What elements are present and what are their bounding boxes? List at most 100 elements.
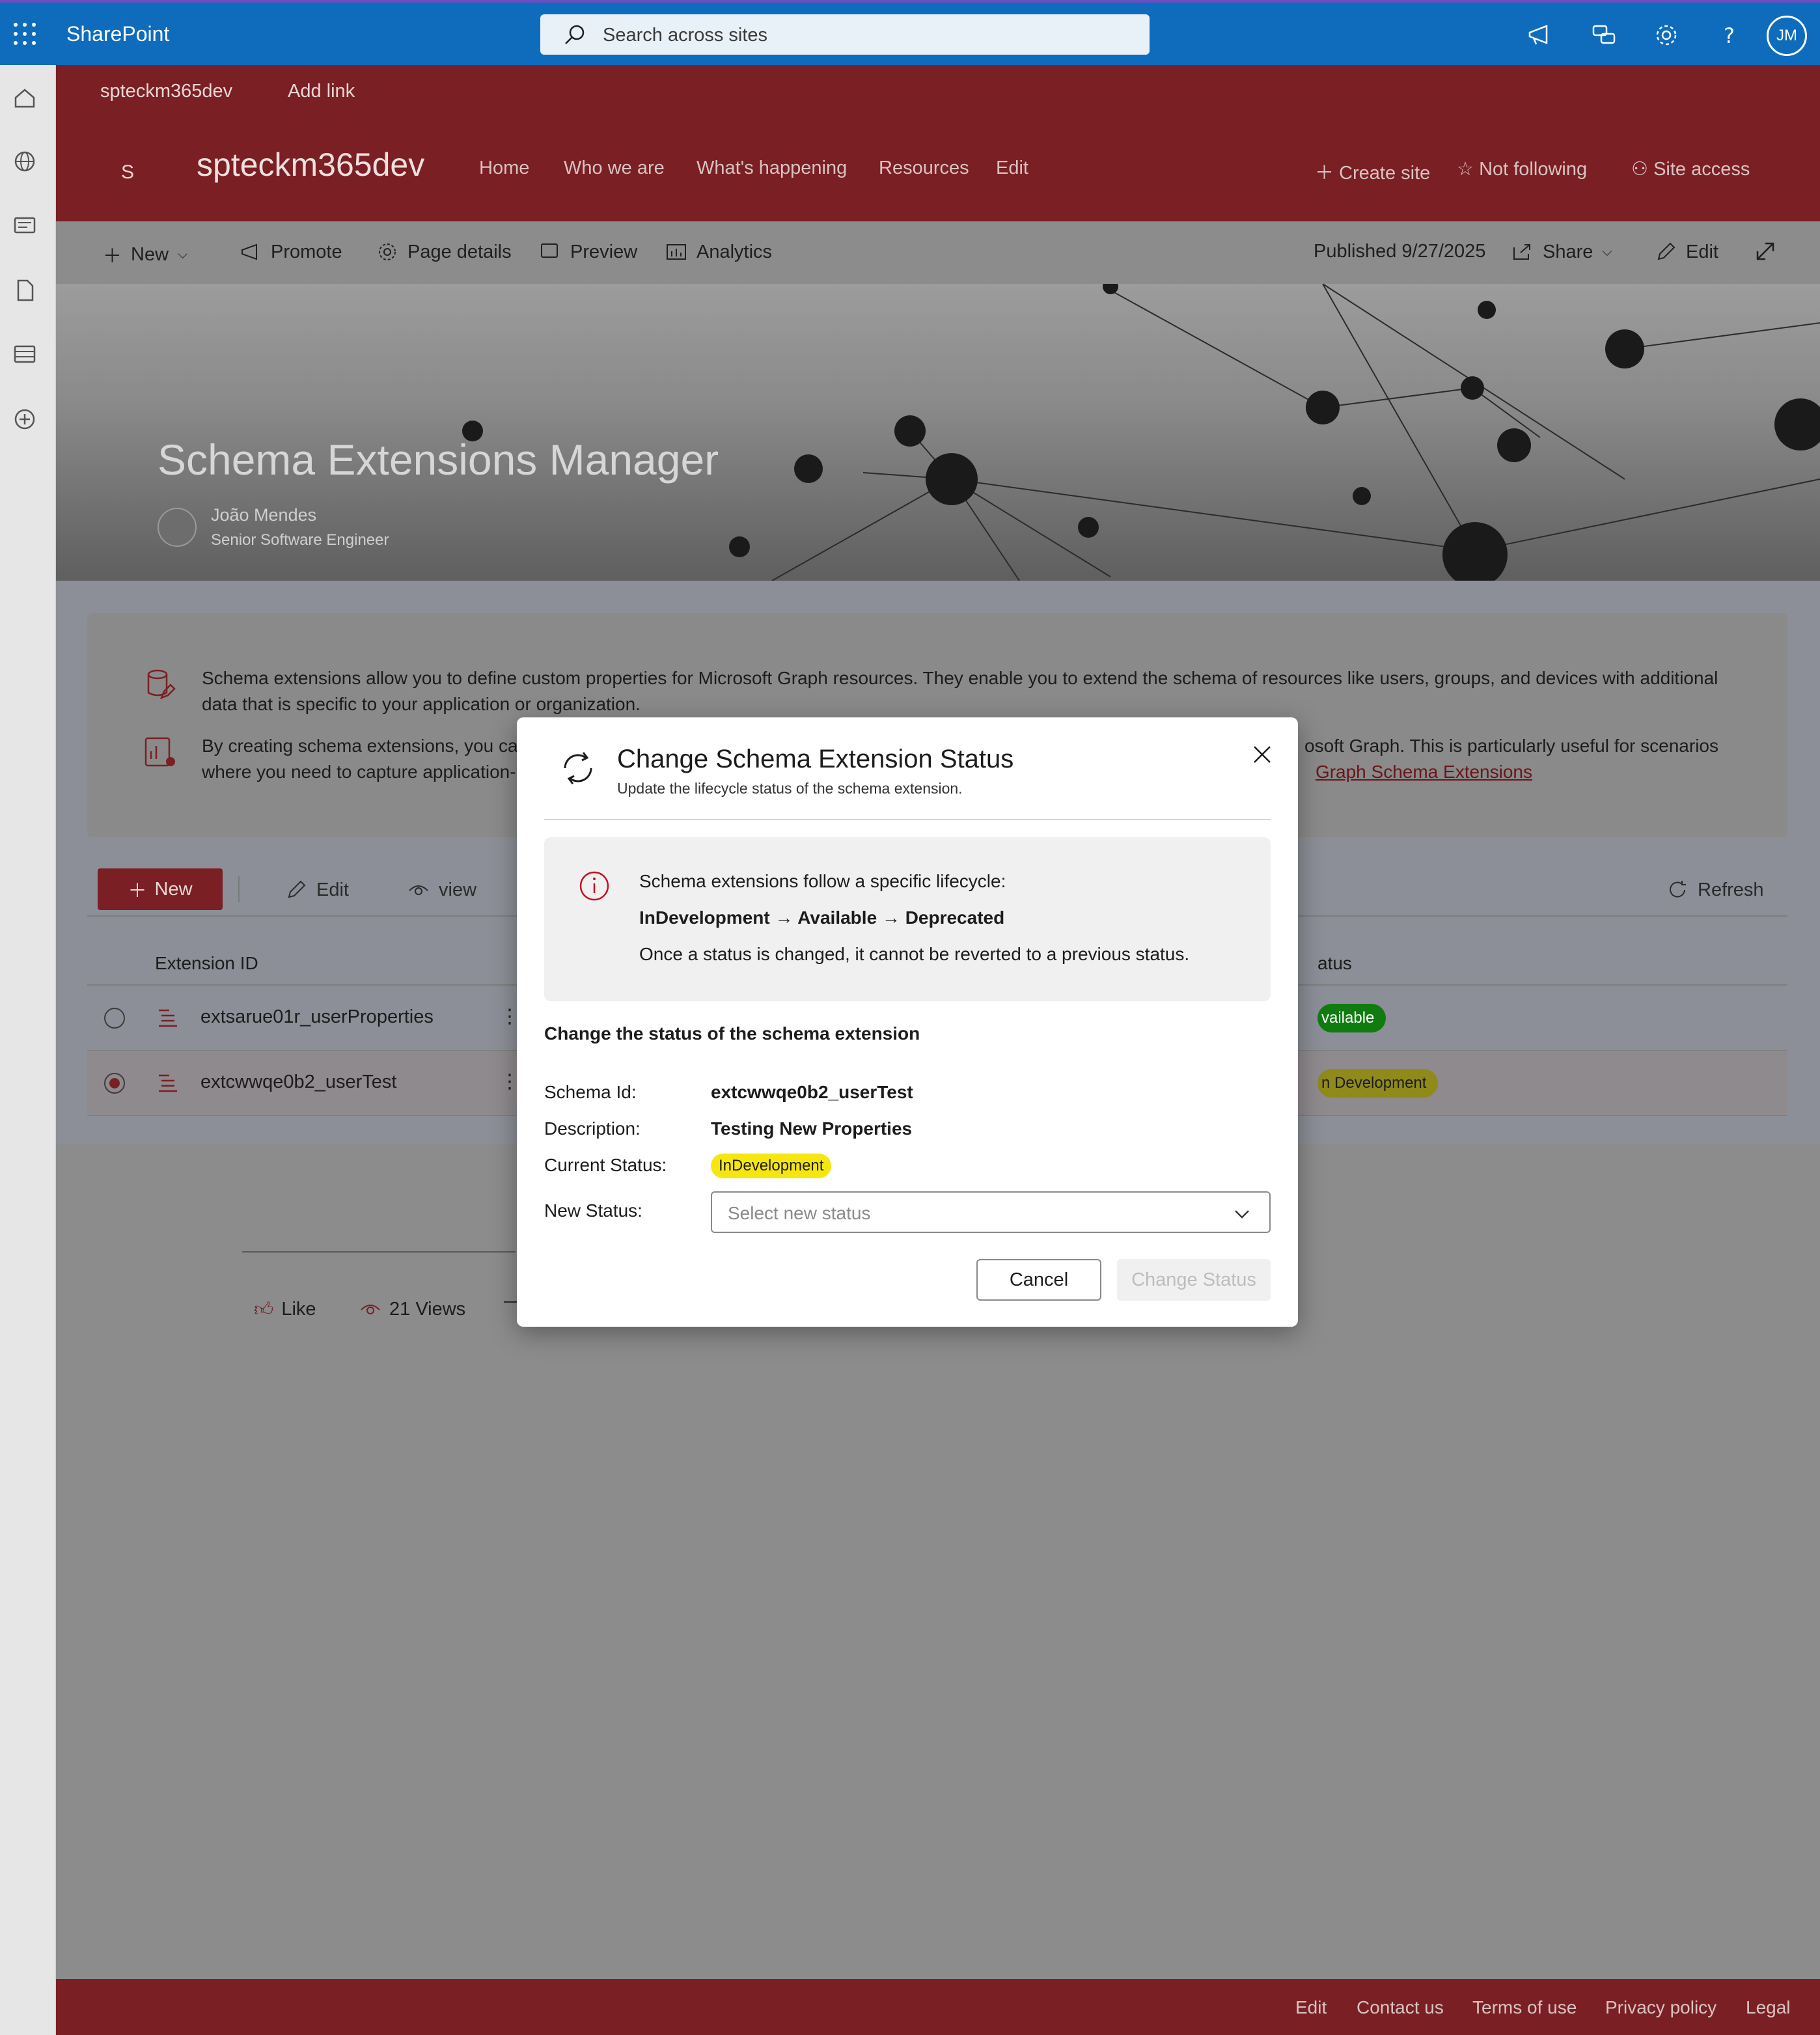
plus-icon: ＋: [128, 881, 147, 902]
like-button[interactable]: 👍︎ Like: [254, 1298, 316, 1321]
views-label: 21 Views: [389, 1298, 466, 1320]
follow-label: Not following: [1479, 159, 1588, 180]
extension-id[interactable]: extsarue01r_userProperties: [200, 1006, 434, 1028]
toolbar-divider: [238, 876, 240, 902]
site-logo[interactable]: S: [121, 161, 134, 184]
hub-site-link[interactable]: spteckm365dev: [100, 81, 232, 102]
info-paragraph-1-line-2: data that is specific to your applicatio…: [202, 694, 641, 714]
published-status: Published 9/27/2025: [1314, 241, 1485, 262]
site-footer: Edit Contact us Terms of use Privacy pol…: [56, 1979, 1820, 2035]
edit-extension-button[interactable]: Edit: [285, 879, 349, 901]
author-name[interactable]: João Mendes: [211, 505, 316, 525]
edit-label: Edit: [316, 879, 349, 900]
analytics-button[interactable]: Analytics: [665, 241, 772, 263]
schema-id-value: extcwwqe0b2_userTest: [711, 1082, 913, 1102]
megaphone-icon[interactable]: [1524, 20, 1556, 51]
footer-privacy-link[interactable]: Privacy policy: [1605, 1997, 1717, 2018]
help-icon[interactable]: ?: [1713, 20, 1744, 51]
nav-resources[interactable]: Resources: [879, 158, 969, 179]
page-details-button[interactable]: Page details: [376, 241, 512, 263]
search-input[interactable]: Search across sites: [603, 25, 767, 46]
promote-button[interactable]: Promote: [240, 241, 342, 263]
extension-id[interactable]: extcwwqe0b2_userTest: [200, 1072, 396, 1093]
follow-button[interactable]: ☆ Not following: [1457, 158, 1587, 180]
nav-who-we-are[interactable]: Who we are: [564, 158, 665, 179]
row-select-radio[interactable]: [104, 1073, 125, 1094]
eye-icon: [361, 1305, 380, 1314]
nav-home[interactable]: Home: [479, 158, 529, 179]
people-icon: ⚇: [1631, 159, 1654, 180]
refresh-button[interactable]: Refresh: [1666, 879, 1764, 901]
share-icon: [1513, 244, 1530, 260]
info-paragraph-1-line-1: Schema extensions allow you to define cu…: [202, 668, 1718, 688]
add-link[interactable]: Add link: [288, 81, 355, 102]
close-icon[interactable]: [1250, 742, 1275, 767]
status-badge: vailable: [1317, 1004, 1386, 1032]
footer-legal-link[interactable]: Legal: [1746, 1997, 1791, 2018]
chat-icon[interactable]: [1588, 20, 1620, 51]
published-label: Published 9/27/2025: [1314, 241, 1486, 262]
description-label: Description:: [544, 1118, 641, 1139]
chevron-down-icon: [1235, 1210, 1249, 1219]
new-status-dropdown[interactable]: Select new status: [711, 1191, 1271, 1233]
svg-text:?: ?: [1724, 23, 1735, 48]
nav-edit[interactable]: Edit: [996, 158, 1028, 179]
new-menu-button[interactable]: ＋ New ⌵: [103, 241, 187, 268]
hub-navigation: spteckm365dev Add link: [56, 65, 1820, 117]
current-status-badge: InDevelopment: [711, 1154, 832, 1178]
description-value: Testing New Properties: [711, 1118, 913, 1139]
site-access-button[interactable]: ⚇ Site access: [1631, 158, 1750, 180]
lifecycle-info-box: Schema extensions follow a specific life…: [544, 837, 1271, 1001]
create-site-button[interactable]: ＋ Create site: [1315, 158, 1430, 185]
preview-button[interactable]: Preview: [539, 241, 637, 263]
footer-contact-link[interactable]: Contact us: [1357, 1997, 1444, 2018]
document-icon[interactable]: [12, 277, 38, 303]
search-icon: [565, 25, 585, 44]
info-paragraph-2-line-2-left: where you need to capture application-: [202, 762, 516, 782]
plus-icon: ＋: [1315, 163, 1340, 184]
graph-schema-extensions-link[interactable]: Graph Schema Extensions: [1316, 759, 1532, 785]
lifecycle-sequence: InDevelopment → Available → Deprecated: [639, 907, 1005, 928]
home-icon[interactable]: [12, 85, 38, 111]
info-paragraph-2-line-1-left: By creating schema extensions, you car: [202, 736, 524, 756]
footer-terms-link[interactable]: Terms of use: [1472, 1997, 1577, 2018]
column-header-status[interactable]: atus: [1317, 953, 1352, 974]
change-status-button[interactable]: Change Status: [1117, 1259, 1271, 1301]
section-heading: Change the status of the schema extensio…: [544, 1023, 920, 1044]
analytics-label: Analytics: [696, 241, 773, 262]
nav-whats-happening[interactable]: What's happening: [696, 158, 847, 179]
settings-gear-icon[interactable]: [1651, 20, 1682, 51]
refresh-label: Refresh: [1698, 879, 1764, 900]
cancel-button[interactable]: Cancel: [976, 1259, 1101, 1301]
edit-page-button[interactable]: Edit: [1655, 241, 1718, 263]
database-edit-icon: [147, 669, 176, 700]
create-site-label: Create site: [1339, 163, 1431, 184]
dialog-subtitle: Update the lifecycle status of the schem…: [617, 780, 963, 797]
plus-icon: ＋: [103, 246, 122, 267]
gear-icon: [379, 243, 396, 260]
user-avatar[interactable]: JM: [1767, 16, 1807, 56]
new-extension-button[interactable]: ＋ New: [98, 868, 223, 910]
app-launcher-icon[interactable]: [12, 21, 38, 47]
view-extension-button[interactable]: view: [407, 879, 476, 901]
footer-edit-link[interactable]: Edit: [1295, 1997, 1327, 2018]
app-name[interactable]: SharePoint: [66, 22, 169, 46]
command-bar: ＋ New ⌵ Promote Page details Preview Ana…: [56, 221, 1820, 284]
add-circle-icon[interactable]: [12, 406, 38, 432]
column-header-extension-id[interactable]: Extension ID: [155, 953, 258, 974]
hero-banner: Schema Extensions Manager João Mendes Se…: [56, 284, 1820, 581]
search-box[interactable]: Search across sites: [540, 14, 1150, 55]
lifecycle-warning: Once a status is changed, it cannot be r…: [639, 944, 1190, 964]
pencil-icon: [1657, 242, 1675, 260]
globe-icon[interactable]: [12, 148, 38, 174]
view-label: view: [439, 879, 477, 900]
author-avatar[interactable]: [158, 508, 197, 547]
list-icon[interactable]: [12, 341, 38, 367]
star-icon: ☆: [1457, 159, 1480, 180]
row-select-radio[interactable]: [104, 1008, 125, 1029]
site-title[interactable]: spteckm365dev: [197, 146, 424, 184]
new-status-placeholder: Select new status: [728, 1203, 871, 1223]
news-icon[interactable]: [12, 212, 38, 238]
share-button[interactable]: Share ⌵: [1511, 241, 1612, 263]
expand-icon[interactable]: [1754, 240, 1777, 263]
